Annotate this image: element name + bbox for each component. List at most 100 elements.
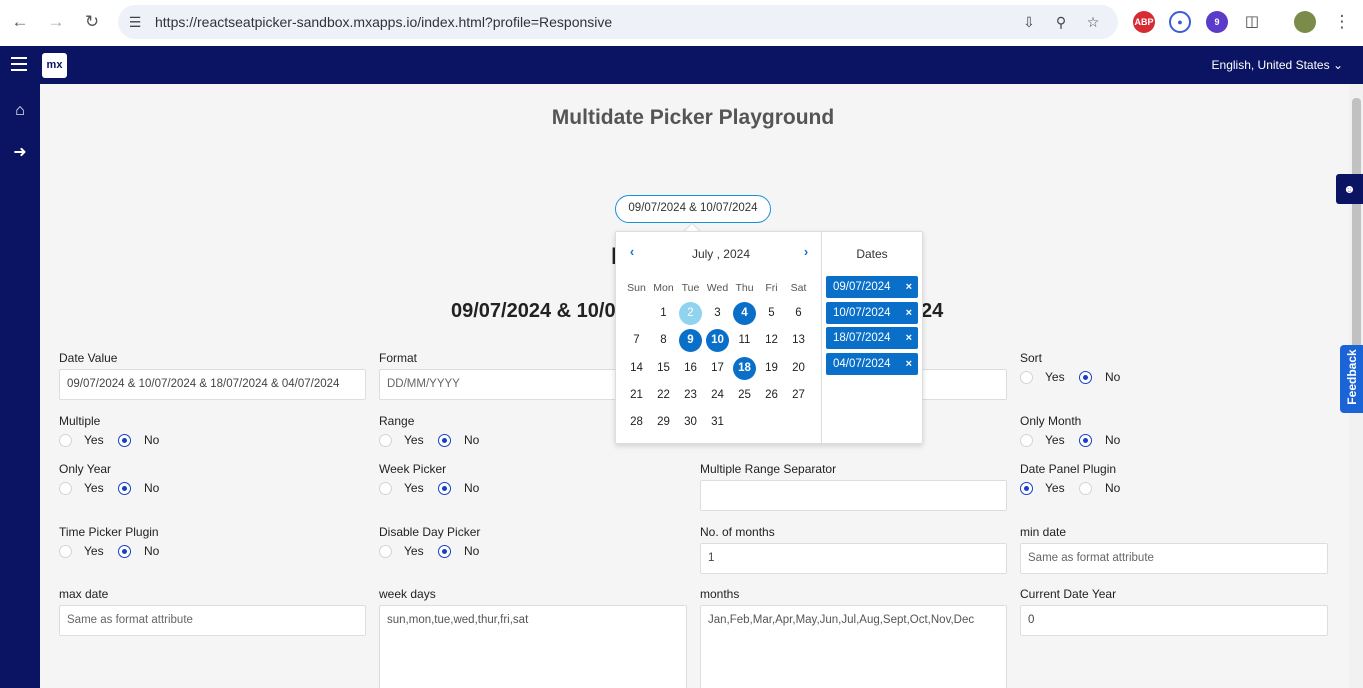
calendar-day[interactable]: 17: [706, 357, 729, 380]
calendar-day[interactable]: 11: [733, 329, 756, 352]
sort-yes-radio[interactable]: [1020, 371, 1033, 384]
bookmark-star-icon[interactable]: ☆: [1084, 14, 1102, 30]
previous-month-icon[interactable]: ‹: [625, 245, 639, 259]
calendar-day[interactable]: 26: [760, 384, 783, 407]
range-no-radio[interactable]: [438, 434, 451, 447]
calendar-day[interactable]: 13: [787, 329, 810, 352]
calendar-day[interactable]: 20: [787, 357, 810, 380]
reload-icon[interactable]: ↻: [80, 10, 104, 34]
remove-date-icon[interactable]: ×: [906, 276, 912, 298]
time-picker-plugin-no-label: No: [144, 544, 160, 558]
current-date-year-input[interactable]: 0: [1020, 605, 1328, 636]
calendar-day[interactable]: 9: [679, 329, 702, 353]
menu-kebab-icon[interactable]: ⋮: [1330, 10, 1354, 34]
week-picker-yes-radio[interactable]: [379, 482, 392, 495]
calendar-day[interactable]: 19: [760, 357, 783, 380]
address-bar[interactable]: ☰ https://reactseatpicker-sandbox.mxapps…: [118, 5, 1118, 39]
range-yes-radio[interactable]: [379, 434, 392, 447]
time-picker-plugin-yes-radio[interactable]: [59, 545, 72, 558]
weekday-header: Sun: [627, 282, 646, 294]
calendar-day[interactable]: 8: [652, 329, 675, 352]
site-settings-icon[interactable]: ☰: [126, 14, 144, 30]
time-picker-plugin-no-radio[interactable]: [118, 545, 131, 558]
install-app-icon[interactable]: ⇩: [1020, 14, 1038, 30]
remove-date-icon[interactable]: ×: [906, 353, 912, 375]
disable-day-picker-radio-group: Yes No: [379, 544, 499, 561]
mendix-extension-icon[interactable]: 9: [1206, 11, 1228, 33]
calendar-day[interactable]: 21: [625, 384, 648, 407]
calendar-day[interactable]: 2: [679, 302, 702, 325]
selected-date-chip: 04/07/2024 ×: [826, 352, 918, 375]
no-of-months-input[interactable]: 1: [700, 543, 1007, 574]
mx-logo[interactable]: mx: [42, 53, 67, 78]
remove-date-icon[interactable]: ×: [906, 327, 912, 349]
only-month-no-radio[interactable]: [1079, 434, 1092, 447]
disable-day-picker-yes-radio[interactable]: [379, 545, 392, 558]
multiple-no-label: No: [144, 433, 160, 447]
multiple-range-separator-input[interactable]: [700, 480, 1007, 511]
only-year-yes-radio[interactable]: [59, 482, 72, 495]
calendar-day[interactable]: 10: [706, 329, 729, 353]
calendar-day[interactable]: 29: [652, 411, 675, 434]
format-input[interactable]: DD/MM/YYYY: [379, 369, 619, 400]
calendar-day[interactable]: 15: [652, 357, 675, 380]
profile-avatar[interactable]: [1294, 11, 1316, 33]
calendar-day[interactable]: 18: [733, 356, 756, 380]
calendar-day[interactable]: 22: [652, 384, 675, 407]
home-icon[interactable]: ⌂: [10, 101, 30, 121]
calendar-day[interactable]: 7: [625, 329, 648, 352]
feedback-tab[interactable]: Feedback: [1340, 345, 1363, 413]
max-date-input[interactable]: Same as format attribute: [59, 605, 366, 636]
user-settings-tab-icon[interactable]: ☻: [1336, 174, 1363, 204]
date-panel-plugin-no-label: No: [1105, 481, 1121, 495]
multiple-no-radio[interactable]: [118, 434, 131, 447]
calendar-day[interactable]: 31: [706, 411, 729, 434]
calendar-day[interactable]: 4: [733, 302, 756, 325]
calendar-day[interactable]: 16: [679, 357, 702, 380]
date-value-label: Date Value: [59, 351, 118, 365]
only-year-no-radio[interactable]: [118, 482, 131, 495]
calendar-day[interactable]: 28: [625, 411, 648, 434]
forward-icon[interactable]: →: [44, 10, 68, 34]
calendar-day[interactable]: 6: [787, 302, 810, 325]
calendar-day[interactable]: 1: [652, 302, 675, 325]
back-icon[interactable]: ←: [8, 10, 32, 34]
screen-extension-icon[interactable]: ●: [1169, 11, 1191, 33]
calendar-day[interactable]: 30: [679, 411, 702, 434]
extensions-puzzle-icon[interactable]: ◫: [1241, 11, 1263, 33]
calendar-day[interactable]: 14: [625, 357, 648, 380]
adblock-extension-icon[interactable]: ABP: [1133, 11, 1155, 33]
calendar-day[interactable]: 5: [760, 302, 783, 325]
calendar-day[interactable]: 23: [679, 384, 702, 407]
language-selector[interactable]: English, United States ⌄: [1212, 58, 1343, 72]
page-title: Multidate Picker Playground: [551, 106, 835, 129]
multiple-yes-radio[interactable]: [59, 434, 72, 447]
calendar-day[interactable]: 24: [706, 384, 729, 407]
week-days-textarea[interactable]: sun,mon,tue,wed,thur,fri,sat: [379, 605, 687, 688]
multidate-picker-input[interactable]: 09/07/2024 & 10/07/2024: [615, 195, 771, 223]
date-panel-plugin-yes-radio[interactable]: [1020, 482, 1033, 495]
calendar-day[interactable]: 27: [787, 384, 810, 407]
zoom-icon[interactable]: ⚲: [1052, 14, 1070, 30]
calendar-day[interactable]: 25: [733, 384, 756, 407]
min-date-input[interactable]: Same as format attribute: [1020, 543, 1328, 574]
selected-dates-display: 09/07/2024 & 10/0: [451, 300, 616, 322]
remove-date-icon[interactable]: ×: [906, 302, 912, 324]
only-month-yes-radio[interactable]: [1020, 434, 1033, 447]
hamburger-menu-icon[interactable]: [11, 57, 27, 71]
calendar-day[interactable]: 12: [760, 329, 783, 352]
months-textarea[interactable]: Jan,Feb,Mar,Apr,May,Jun,Jul,Aug,Sept,Oct…: [700, 605, 1007, 688]
calendar-month-title[interactable]: July , 2024: [676, 247, 766, 261]
disable-day-picker-no-radio[interactable]: [438, 545, 451, 558]
multiple-label: Multiple: [59, 414, 101, 428]
date-value-input[interactable]: 09/07/2024 & 10/07/2024 & 18/07/2024 & 0…: [59, 369, 366, 400]
calendar-day[interactable]: 3: [706, 302, 729, 325]
hidden-field-input[interactable]: [921, 369, 1007, 400]
sort-no-radio[interactable]: [1079, 371, 1092, 384]
week-picker-no-radio[interactable]: [438, 482, 451, 495]
disable-day-picker-yes-label: Yes: [404, 544, 424, 558]
date-chip-label: 18/07/2024: [833, 332, 891, 345]
date-panel-plugin-no-radio[interactable]: [1079, 482, 1092, 495]
next-month-icon[interactable]: ›: [799, 245, 813, 259]
sign-out-icon[interactable]: ➜: [10, 143, 30, 163]
